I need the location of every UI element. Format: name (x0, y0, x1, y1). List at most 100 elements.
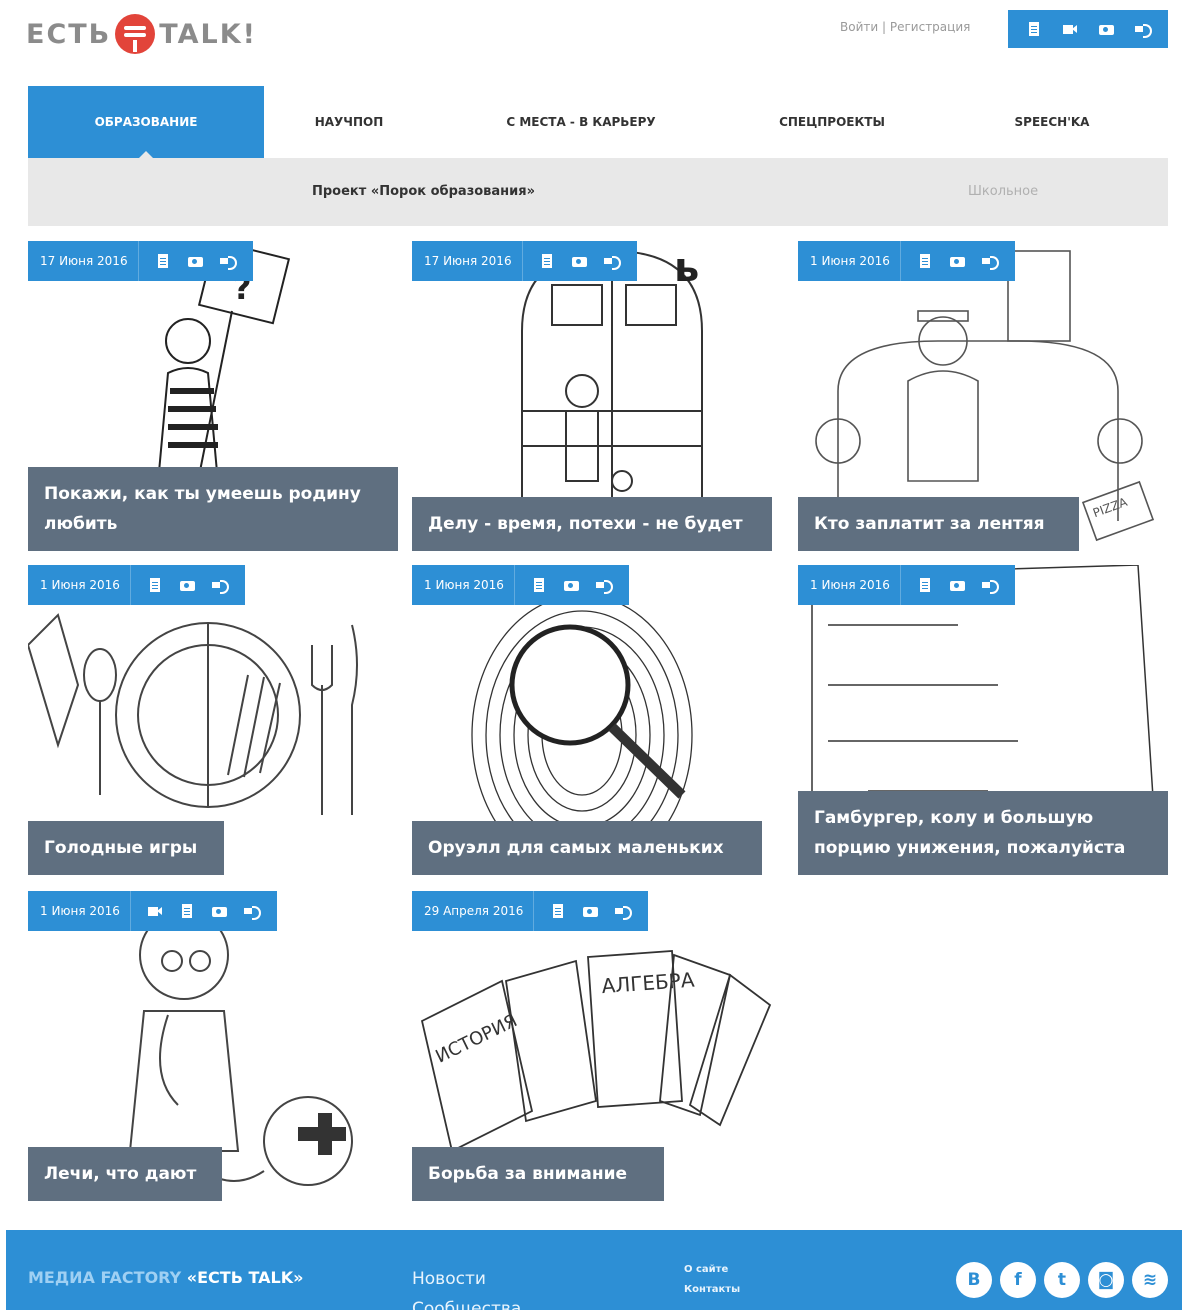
svg-text:АЛГЕБРА: АЛГЕБРА (601, 968, 696, 998)
footer-nav: Новости Сообщества (412, 1264, 521, 1310)
card-meta-bar: 29 Апреля 2016 (412, 891, 649, 931)
logo-text-right: TALK! (159, 18, 257, 50)
photo-icon (949, 577, 965, 593)
doc-icon[interactable] (1026, 21, 1042, 37)
photo-icon (582, 903, 599, 919)
meta-separator (129, 891, 131, 931)
subnav-school[interactable]: Школьное (968, 184, 1038, 199)
card-date: 1 Июня 2016 (810, 254, 890, 268)
meta-separator (533, 891, 535, 931)
article-card[interactable]: PIZZA 1 Июня 2016 Кто заплатит за лентяя (798, 241, 1168, 551)
register-link[interactable]: Регистрация (890, 20, 970, 34)
footer-brand[interactable]: МЕДИА FACTORY «ЕСТЬ TALK» (28, 1268, 303, 1287)
card-meta-bar: 1 Июня 2016 (28, 891, 277, 931)
footer-nav-communities[interactable]: Сообщества (412, 1294, 521, 1310)
nav-item-career[interactable]: С МЕСТА - В КАРЬЕРУ (434, 86, 728, 158)
card-meta-bar: 1 Июня 2016 (28, 565, 245, 605)
footer-link-contacts[interactable]: Контакты (684, 1280, 740, 1300)
article-card[interactable]: 1 Июня 2016 Лечи, что дают (28, 891, 398, 1201)
photo-icon (571, 253, 587, 269)
login-link[interactable]: Войти (840, 20, 878, 34)
article-card[interactable]: 1 Июня 2016 Гамбургер, колу и большую по… (798, 565, 1168, 875)
footer-links: О сайте Контакты (684, 1260, 740, 1300)
meta-separator (521, 241, 523, 281)
site-header: ЕСТЬ TALK! Войти | Регистрация (0, 0, 1182, 80)
nav-item-nauchpop[interactable]: НАУЧПОП (264, 86, 434, 158)
card-date: 1 Июня 2016 (40, 578, 120, 592)
audio-icon (981, 253, 999, 270)
article-card[interactable]: ь 17 Июня 2016 Делу - время, потехи - не… (412, 241, 782, 551)
doc-icon (539, 253, 555, 269)
vk-icon[interactable]: B (956, 1262, 992, 1298)
subnav-project[interactable]: Проект «Порок образования» (312, 184, 535, 199)
nav-item-speechka[interactable]: SPEECH'KA (936, 86, 1168, 158)
card-title[interactable]: Борьба за внимание (412, 1147, 664, 1201)
article-card[interactable]: ? 17 Июня 2016 Покажи, как ты умеешь род… (28, 241, 398, 551)
card-date: 17 Июня 2016 (40, 254, 128, 268)
card-meta-bar: 1 Июня 2016 (798, 241, 1015, 281)
rss-icon[interactable]: ≋ (1132, 1262, 1168, 1298)
article-card[interactable]: 1 Июня 2016 Оруэлл для самых маленьких (412, 565, 782, 875)
site-footer: МЕДИА FACTORY «ЕСТЬ TALK» Новости Сообще… (6, 1230, 1182, 1310)
nav-item-education[interactable]: ОБРАЗОВАНИЕ (28, 86, 264, 158)
card-date: 1 Июня 2016 (424, 578, 504, 592)
photo-icon[interactable] (1098, 21, 1114, 37)
photo-icon (211, 903, 227, 919)
logo-mark-icon (115, 14, 156, 54)
logo-text-left: ЕСТЬ (26, 18, 112, 50)
card-date: 29 Апреля 2016 (424, 904, 524, 918)
card-title[interactable]: Кто заплатит за лентяя (798, 497, 1079, 551)
card-meta-bar: 17 Июня 2016 (28, 241, 253, 281)
audio-icon (603, 253, 621, 270)
svg-text:ИСТОРИЯ: ИСТОРИЯ (432, 1010, 520, 1067)
subnav: Проект «Порок образования» Школьное (28, 158, 1168, 226)
svg-text:ь: ь (674, 245, 699, 291)
article-card[interactable]: 1 Июня 2016 Голодные игры (28, 565, 398, 875)
footer-brand-name: «ЕСТЬ TALK» (186, 1268, 304, 1287)
meta-separator (129, 565, 131, 605)
audio-icon[interactable] (1134, 21, 1152, 38)
doc-icon (155, 253, 171, 269)
main-nav: ОБРАЗОВАНИЕ НАУЧПОП С МЕСТА - В КАРЬЕРУ … (28, 86, 1168, 158)
facebook-icon[interactable]: f (1000, 1262, 1036, 1298)
card-title[interactable]: Голодные игры (28, 821, 224, 875)
card-title[interactable]: Делу - время, потехи - не будет (412, 497, 772, 551)
doc-icon (147, 577, 163, 593)
twitter-icon[interactable]: t (1044, 1262, 1080, 1298)
card-meta-bar: 1 Июня 2016 (798, 565, 1015, 605)
photo-icon (563, 577, 579, 593)
footer-nav-news[interactable]: Новости (412, 1264, 521, 1294)
doc-icon (550, 903, 566, 919)
nav-item-specprojects[interactable]: СПЕЦПРОЕКТЫ (728, 86, 936, 158)
audio-icon (243, 903, 261, 920)
media-filter-bar (1008, 10, 1168, 48)
photo-icon (187, 253, 203, 269)
photo-icon (179, 577, 195, 593)
card-title[interactable]: Гамбургер, колу и большую порцию унижени… (798, 791, 1168, 875)
meta-separator (899, 565, 901, 605)
card-title[interactable]: Покажи, как ты умеешь родину любить (28, 467, 398, 551)
meta-separator (513, 565, 515, 605)
card-meta-bar: 1 Июня 2016 (412, 565, 629, 605)
instagram-icon[interactable]: ◙ (1088, 1262, 1124, 1298)
audio-icon (595, 577, 613, 594)
article-card[interactable]: АЛГЕБРА ИСТОРИЯ 29 Апреля 2016 Борьба за… (412, 891, 782, 1201)
card-date: 1 Июня 2016 (40, 904, 120, 918)
doc-icon (917, 577, 933, 593)
card-title[interactable]: Оруэлл для самых маленьких (412, 821, 762, 875)
audio-icon (614, 903, 633, 920)
meta-separator (899, 241, 901, 281)
footer-brand-prefix: МЕДИА FACTORY (28, 1268, 187, 1287)
audio-icon (211, 577, 229, 594)
audio-icon (981, 577, 999, 594)
doc-icon (917, 253, 933, 269)
photo-icon (949, 253, 965, 269)
doc-icon (179, 903, 195, 919)
site-logo[interactable]: ЕСТЬ TALK! (26, 12, 257, 56)
card-date: 17 Июня 2016 (424, 254, 512, 268)
card-title[interactable]: Лечи, что дают (28, 1147, 222, 1201)
video-icon[interactable] (1062, 21, 1078, 37)
footer-link-about[interactable]: О сайте (684, 1260, 740, 1280)
doc-icon (531, 577, 547, 593)
audio-icon (219, 253, 237, 270)
